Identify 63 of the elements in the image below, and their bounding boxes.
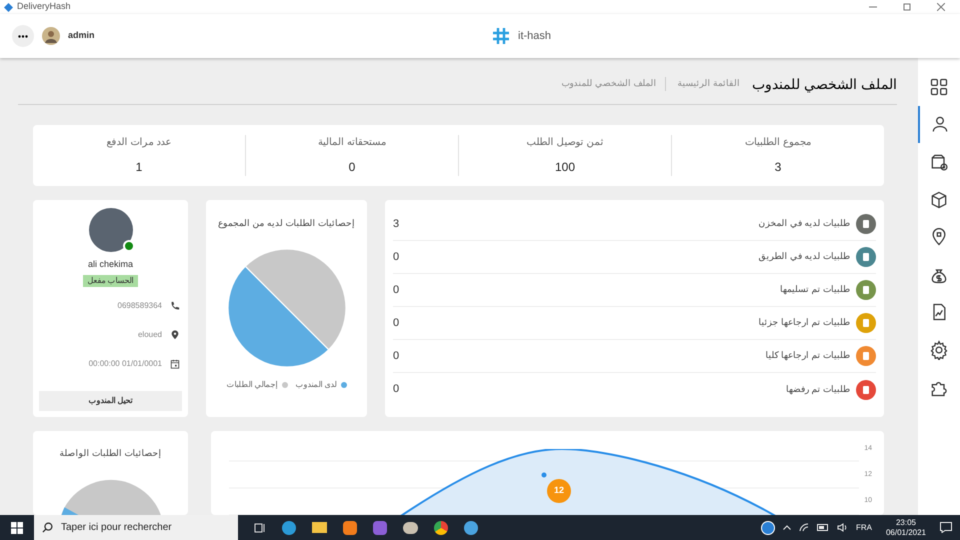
order-status-label: طلبيات تم تسليمها <box>780 283 850 296</box>
delivered-card-title: إحصائيات الطلبات الواصلة <box>59 447 162 460</box>
order-status-label: طلبيات لديه في الطريق <box>758 250 850 264</box>
profile-date: 00:00:00 01/01/0001 <box>88 358 162 370</box>
settings-icon <box>929 340 949 360</box>
transfer-button[interactable]: تحيل المندوب <box>39 391 182 411</box>
wifi-icon[interactable] <box>798 523 809 532</box>
order-count: 0 <box>393 382 400 398</box>
profile-name: ali chekima <box>88 258 134 271</box>
task-view-icon[interactable] <box>254 522 266 534</box>
user-icon <box>930 114 950 134</box>
maximize-icon <box>903 3 911 11</box>
brand-name: it-hash <box>518 28 552 44</box>
profile-phone: 0698589364 <box>118 300 162 312</box>
order-count: 0 <box>393 316 400 331</box>
profile-photo-placeholder <box>88 208 132 252</box>
profile-city: eloued <box>138 328 162 340</box>
order-count: 3 <box>393 216 400 232</box>
order-status-label: طلبيات تم ارجاعها كليا <box>765 349 850 362</box>
chevron-up-icon[interactable] <box>782 525 791 530</box>
language-indicator[interactable]: FRA <box>856 522 872 534</box>
order-status-label: طلبيات تم رفضها <box>786 382 850 396</box>
stat-value: 3 <box>774 159 782 176</box>
order-status-label: طلبيات لديه في المخزن <box>758 217 850 230</box>
box-icon <box>929 190 949 210</box>
user-name: admin <box>68 29 95 42</box>
page-title: الملف الشخصي للمندوب <box>752 74 897 94</box>
speaker-icon[interactable] <box>836 523 848 532</box>
box-plus-icon <box>929 152 949 172</box>
stat-label: عدد مرات الدفع <box>106 136 172 150</box>
order-count: 0 <box>393 250 400 265</box>
calendar-icon <box>170 358 180 368</box>
location-pin-icon <box>170 330 180 340</box>
app-logo-icon <box>4 2 13 12</box>
avatar-icon <box>42 27 60 45</box>
hash-logo-icon <box>492 27 510 45</box>
search-icon <box>42 522 53 533</box>
order-count: 0 <box>393 348 400 364</box>
grid-icon <box>929 76 949 97</box>
legend-label: لدى المندوب <box>296 378 337 390</box>
order-count: 0 <box>393 282 400 298</box>
search-placeholder: Taper ici pour rechercher <box>61 521 172 535</box>
stat-label: مجموع الطلبيات <box>745 136 811 150</box>
window-title: DeliveryHash <box>17 0 71 14</box>
clock-time[interactable]: 23:05 <box>896 518 916 528</box>
stat-value: 0 <box>348 159 356 176</box>
phone-icon <box>170 300 180 310</box>
stat-value: 100 <box>554 159 576 176</box>
clock-date[interactable]: 06/01/2021 <box>886 528 926 538</box>
order-status-label: طلبيات تم ارجاعها جزئيا <box>758 316 850 330</box>
notification-icon[interactable] <box>940 522 952 533</box>
pie-card-title: إحصائيات الطلبات لديه من المجموع <box>218 217 355 230</box>
more-dots-icon <box>18 34 28 38</box>
battery-icon[interactable] <box>816 524 829 531</box>
stat-value: 1 <box>136 159 142 176</box>
stat-label: مستحقاته المالية <box>318 136 386 150</box>
more-button[interactable] <box>12 25 34 47</box>
taskbar-search-field[interactable]: Taper ici pour rechercher <box>34 515 238 540</box>
stat-label: ثمن توصيل الطلب <box>526 136 604 150</box>
start-icon[interactable] <box>11 522 23 534</box>
close-icon <box>937 3 945 11</box>
account-status-badge: الحساب مفعل <box>83 274 138 286</box>
legend-label: إجمالي الطلبات <box>226 378 278 390</box>
